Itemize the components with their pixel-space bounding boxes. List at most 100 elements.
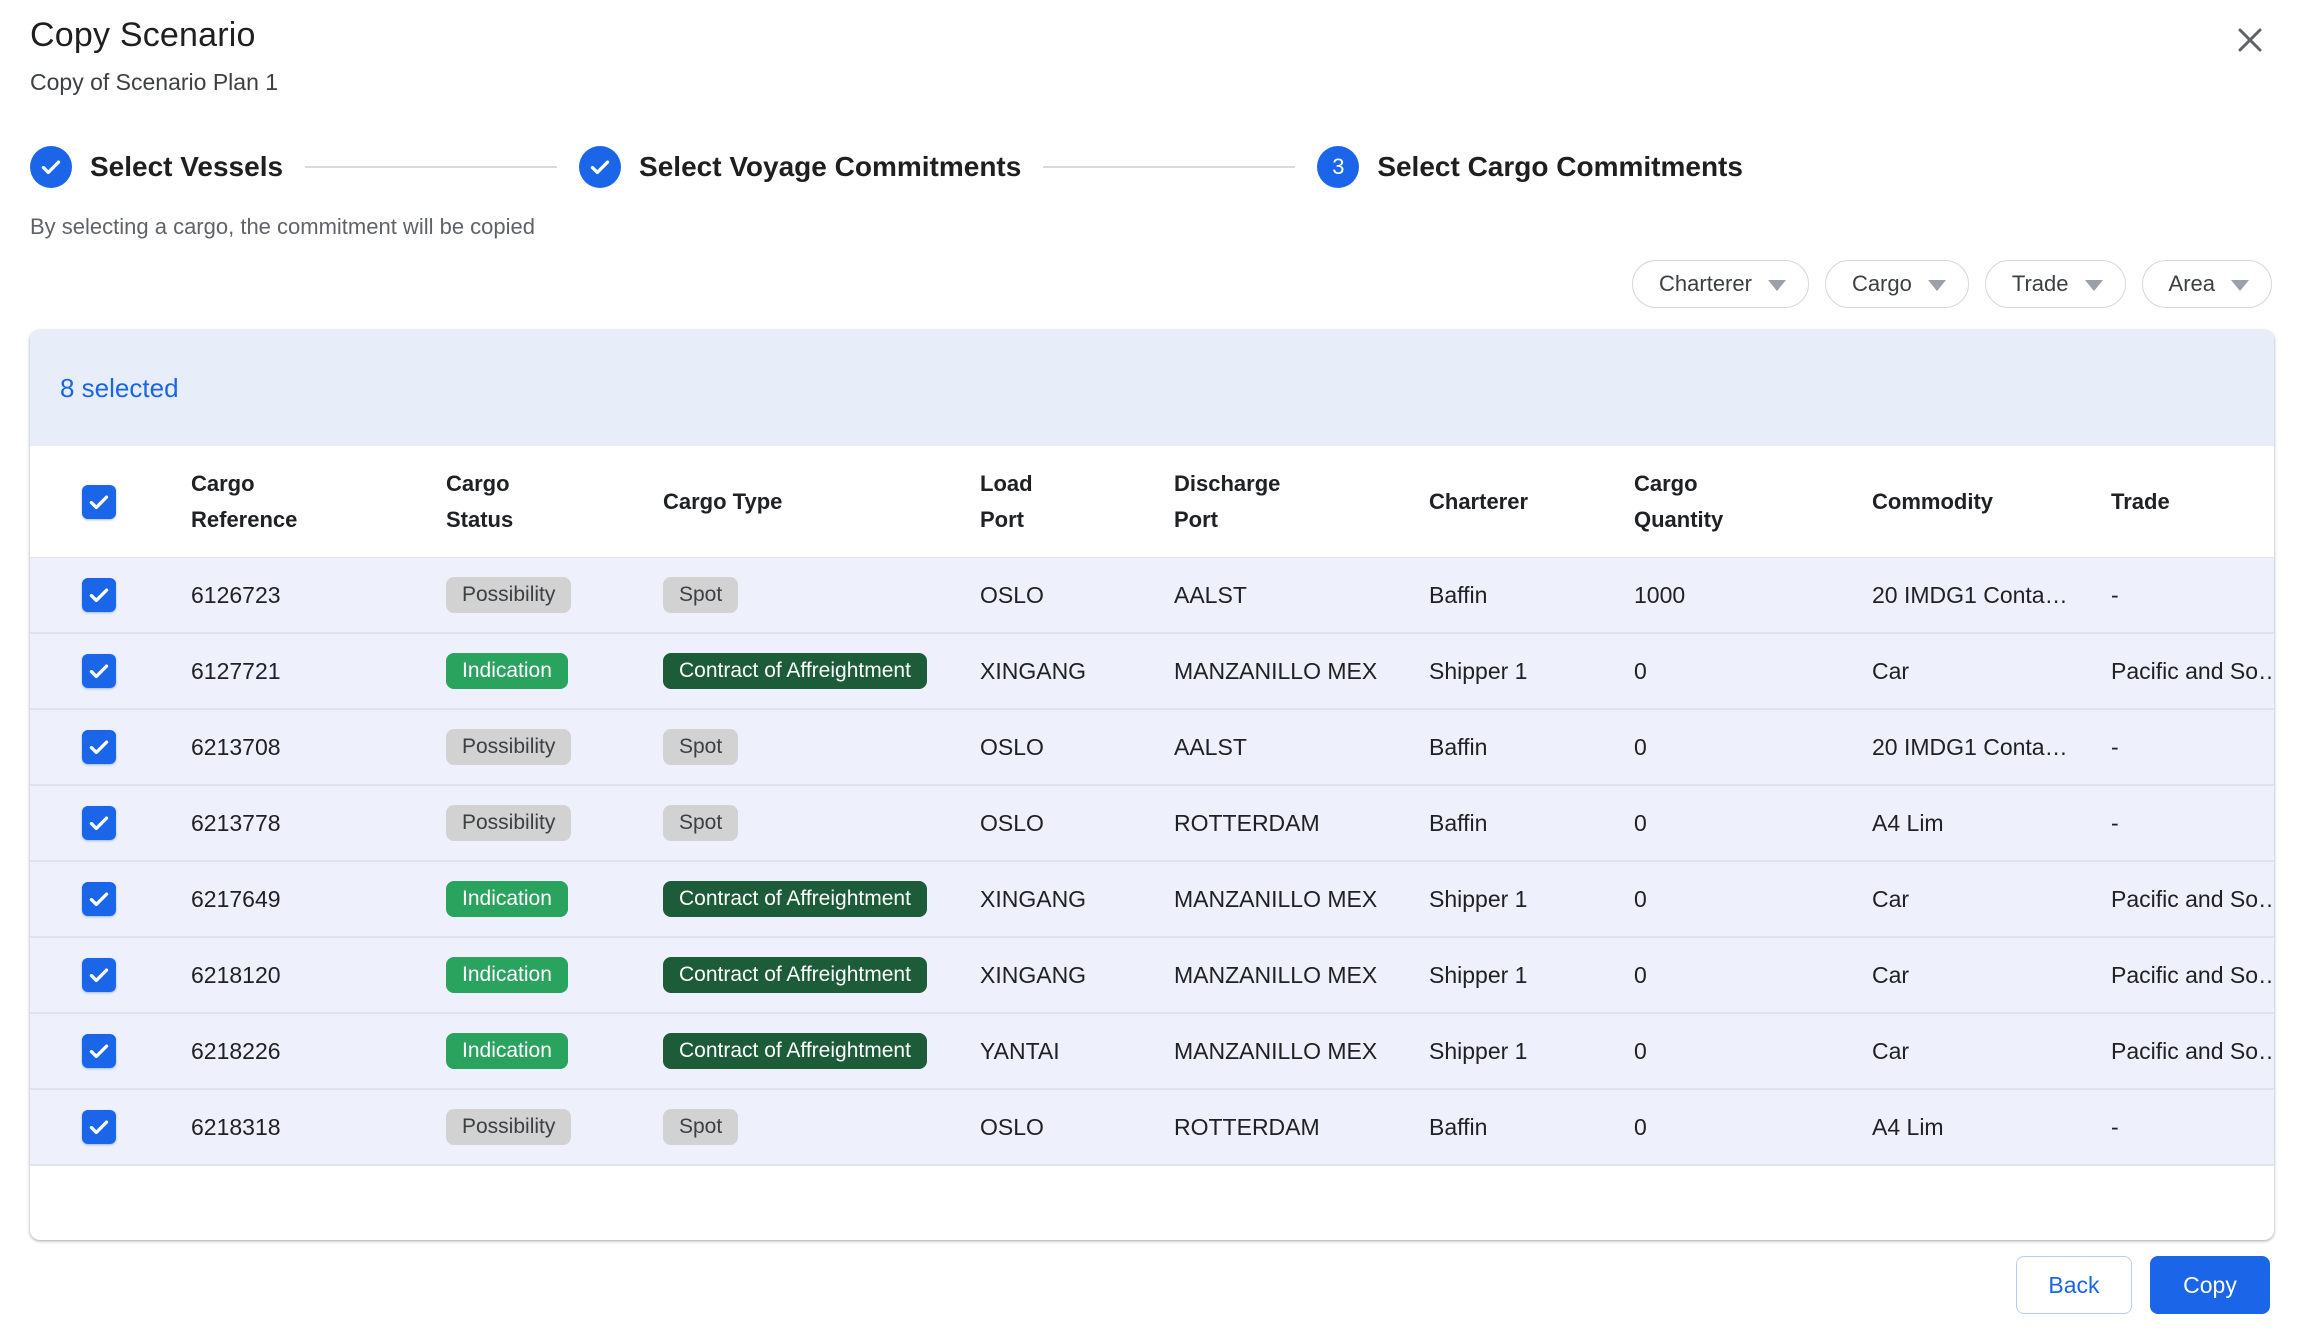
cargo-status-badge: Indication [446, 881, 568, 917]
column-header[interactable]: CargoStatus [446, 466, 663, 538]
column-header[interactable]: Charterer [1429, 484, 1634, 520]
commodity-cell: A4 Lim [1872, 1114, 2111, 1141]
cargo-reference-cell: 6218318 [191, 1114, 446, 1141]
discharge-port-cell: ROTTERDAM [1174, 1114, 1429, 1141]
row-checkbox[interactable] [82, 882, 116, 916]
cargo-status-badge: Possibility [446, 1109, 571, 1145]
row-checkbox-cell [30, 654, 191, 688]
charterer-cell: Baffin [1429, 1114, 1634, 1141]
hint-text: By selecting a cargo, the commitment wil… [30, 214, 2274, 240]
cargo-reference-cell: 6217649 [191, 886, 446, 913]
discharge-port-cell: ROTTERDAM [1174, 810, 1429, 837]
table-row[interactable]: 6218120 Indication Contract of Affreight… [30, 938, 2274, 1014]
table-row[interactable]: 6213708 Possibility Spot OSLO AALST Baff… [30, 710, 2274, 786]
row-checkbox[interactable] [82, 958, 116, 992]
filter-label: Cargo [1852, 271, 1912, 297]
step-select-vessels[interactable]: Select Vessels [30, 146, 283, 188]
cargo-quantity-cell: 0 [1634, 810, 1872, 837]
column-header[interactable]: Cargo Type [663, 484, 980, 520]
cargo-commitments-table-card: 8 selected CargoReference CargoStatus Ca… [30, 330, 2274, 1240]
row-checkbox[interactable] [82, 1034, 116, 1068]
row-checkbox[interactable] [82, 730, 116, 764]
selection-bar: 8 selected [30, 330, 2274, 446]
cargo-type-badge: Spot [663, 577, 738, 613]
step-label: Select Vessels [90, 151, 283, 183]
column-header[interactable]: LoadPort [980, 466, 1174, 538]
cargo-status-badge: Indication [446, 957, 568, 993]
table-row[interactable]: 6217649 Indication Contract of Affreight… [30, 862, 2274, 938]
row-checkbox-cell [30, 958, 191, 992]
step-number-badge: 3 [1317, 146, 1359, 188]
filter-area[interactable]: Area [2142, 260, 2272, 308]
column-header[interactable]: CargoReference [191, 466, 446, 538]
row-checkbox[interactable] [82, 806, 116, 840]
step-connector [1043, 166, 1295, 168]
cargo-reference-cell: 6213708 [191, 734, 446, 761]
filter-cargo[interactable]: Cargo [1825, 260, 1969, 308]
close-button[interactable] [2228, 18, 2272, 62]
discharge-port-cell: MANZANILLO MEX [1174, 886, 1429, 913]
column-header[interactable]: Commodity [1872, 484, 2111, 520]
cargo-status-badge: Indication [446, 1033, 568, 1069]
cargo-quantity-cell: 1000 [1634, 582, 1872, 609]
column-header[interactable]: CargoQuantity [1634, 466, 1872, 538]
trade-cell: - [2111, 1114, 2274, 1141]
step-completed-check-icon [30, 146, 72, 188]
table-row[interactable]: 6218226 Indication Contract of Affreight… [30, 1014, 2274, 1090]
filter-label: Charterer [1659, 271, 1752, 297]
table-row[interactable]: 6127721 Indication Contract of Affreight… [30, 634, 2274, 710]
copy-scenario-dialog: Copy Scenario Copy of Scenario Plan 1 Se… [0, 0, 2304, 1332]
cargo-status-cell: Indication [446, 653, 663, 689]
table-row[interactable]: 6218318 Possibility Spot OSLO ROTTERDAM … [30, 1090, 2274, 1166]
commodity-cell: 20 IMDG1 Conta… [1872, 734, 2111, 761]
cargo-reference-cell: 6126723 [191, 582, 446, 609]
back-button[interactable]: Back [2016, 1256, 2132, 1314]
load-port-cell: OSLO [980, 582, 1174, 609]
chevron-down-icon [2231, 280, 2249, 291]
row-checkbox-cell [30, 730, 191, 764]
table-body: 6126723 Possibility Spot OSLO AALST Baff… [30, 558, 2274, 1166]
cargo-type-badge: Contract of Affreightment [663, 653, 927, 689]
step-select-voyage-commitments[interactable]: Select Voyage Commitments [579, 146, 1021, 188]
load-port-cell: XINGANG [980, 886, 1174, 913]
cargo-quantity-cell: 0 [1634, 1038, 1872, 1065]
row-checkbox-cell [30, 578, 191, 612]
table-row[interactable]: 6126723 Possibility Spot OSLO AALST Baff… [30, 558, 2274, 634]
row-checkbox[interactable] [82, 578, 116, 612]
copy-button[interactable]: Copy [2150, 1256, 2270, 1314]
cargo-quantity-cell: 0 [1634, 658, 1872, 685]
load-port-cell: YANTAI [980, 1038, 1174, 1065]
load-port-cell: OSLO [980, 734, 1174, 761]
cargo-status-cell: Possibility [446, 729, 663, 765]
cargo-status-cell: Possibility [446, 577, 663, 613]
step-number: 3 [1332, 154, 1344, 180]
cargo-status-badge: Possibility [446, 729, 571, 765]
select-all-checkbox[interactable] [82, 485, 116, 519]
dialog-footer: Back Copy [30, 1256, 2270, 1314]
cargo-type-badge: Contract of Affreightment [663, 1033, 927, 1069]
table-row[interactable]: 6213778 Possibility Spot OSLO ROTTERDAM … [30, 786, 2274, 862]
charterer-cell: Baffin [1429, 810, 1634, 837]
dialog-subtitle: Copy of Scenario Plan 1 [30, 69, 2274, 96]
filter-trade[interactable]: Trade [1985, 260, 2126, 308]
stepper: Select Vessels Select Voyage Commitments… [30, 146, 2274, 188]
close-icon [2232, 22, 2268, 58]
load-port-cell: XINGANG [980, 962, 1174, 989]
filter-bar: Charterer Cargo Trade Area [30, 260, 2272, 308]
filter-charterer[interactable]: Charterer [1632, 260, 1809, 308]
column-header[interactable]: DischargePort [1174, 466, 1429, 538]
row-checkbox-cell [30, 806, 191, 840]
row-checkbox[interactable] [82, 654, 116, 688]
step-select-cargo-commitments[interactable]: 3 Select Cargo Commitments [1317, 146, 1743, 188]
charterer-cell: Shipper 1 [1429, 886, 1634, 913]
trade-cell: - [2111, 582, 2274, 609]
cargo-type-badge: Contract of Affreightment [663, 957, 927, 993]
cargo-type-cell: Contract of Affreightment [663, 1033, 980, 1069]
cargo-status-cell: Indication [446, 881, 663, 917]
row-checkbox[interactable] [82, 1110, 116, 1144]
row-checkbox-cell [30, 1110, 191, 1144]
load-port-cell: XINGANG [980, 658, 1174, 685]
column-header[interactable]: Trade [2111, 484, 2274, 520]
chevron-down-icon [2085, 280, 2103, 291]
load-port-cell: OSLO [980, 810, 1174, 837]
